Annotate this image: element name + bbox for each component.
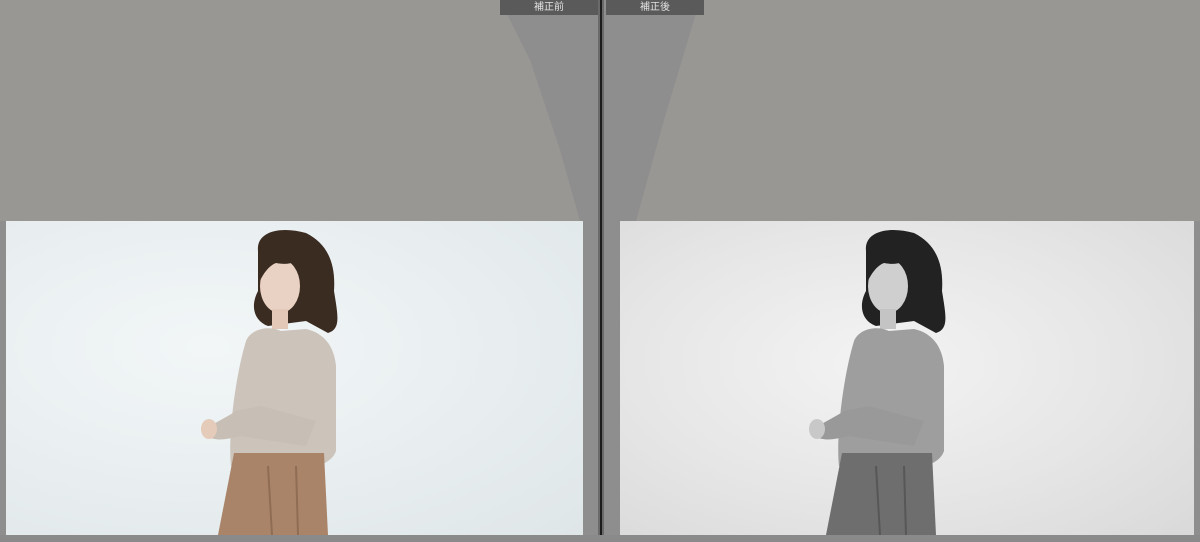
- after-frame-shading: [636, 0, 1200, 221]
- bottom-bar: [0, 535, 1200, 542]
- tab-before-correction[interactable]: 補正前: [500, 0, 598, 15]
- before-frame-shading: [0, 0, 580, 221]
- after-photo: [620, 221, 1194, 535]
- after-pane[interactable]: [604, 0, 1200, 542]
- tab-after-correction[interactable]: 補正後: [606, 0, 704, 15]
- portrait-figure-color: [201, 230, 338, 535]
- before-photo: [6, 221, 583, 535]
- before-pane[interactable]: [0, 0, 598, 542]
- portrait-figure-monochrome: [809, 230, 946, 535]
